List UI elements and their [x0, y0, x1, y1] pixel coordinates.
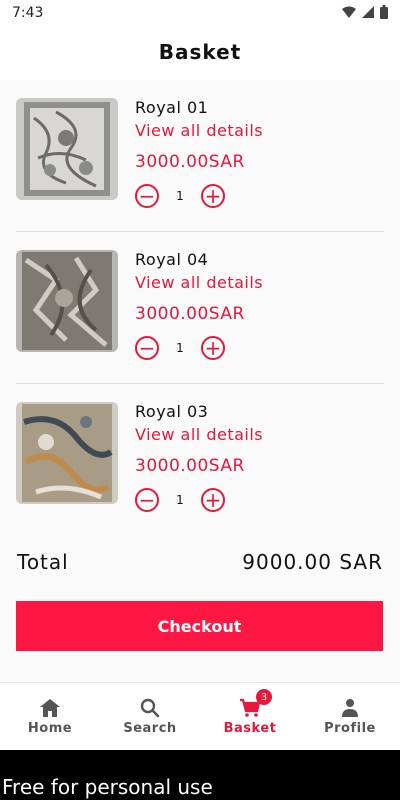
- nav-item-search[interactable]: Search: [100, 683, 200, 751]
- product-image[interactable]: [16, 250, 118, 352]
- product-image[interactable]: [16, 402, 118, 504]
- plus-icon: +: [204, 336, 222, 360]
- product-price: 3000.00SAR: [135, 456, 245, 476]
- increment-button[interactable]: +: [201, 336, 225, 360]
- plus-icon: +: [204, 488, 222, 512]
- decrement-button[interactable]: −: [135, 336, 159, 360]
- minus-icon: −: [138, 336, 156, 360]
- basket-item: Royal 04 View all details 3000.00SAR − 1…: [0, 232, 400, 384]
- nav-label: Profile: [324, 721, 376, 736]
- nav-item-home[interactable]: Home: [0, 683, 100, 751]
- plus-icon: +: [204, 184, 222, 208]
- quantity-stepper: − 1 +: [135, 486, 225, 514]
- wifi-icon: [342, 6, 356, 18]
- total-row: Total 9000.00 SAR: [0, 546, 400, 580]
- quantity-stepper: − 1 +: [135, 334, 225, 362]
- quantity-value: 1: [176, 493, 184, 507]
- status-icons: [342, 5, 388, 19]
- product-name: Royal 04: [135, 250, 209, 269]
- increment-button[interactable]: +: [201, 184, 225, 208]
- view-details-link[interactable]: View all details: [135, 425, 263, 444]
- total-label: Total: [17, 550, 69, 574]
- quantity-value: 1: [176, 189, 184, 203]
- checkout-button[interactable]: Checkout: [16, 601, 383, 651]
- home-icon: [40, 699, 60, 717]
- status-bar: 7:43: [0, 0, 400, 26]
- nav-label: Basket: [223, 721, 277, 736]
- person-icon: [342, 699, 358, 717]
- signal-icon: [362, 6, 374, 18]
- bottom-nav: Home Search 3 Basket Profile: [0, 682, 400, 751]
- watermark-text: Free for personal use: [2, 775, 213, 799]
- search-icon: [140, 698, 160, 718]
- product-image[interactable]: [16, 98, 118, 200]
- total-value: 9000.00 SAR: [242, 550, 383, 574]
- decrement-button[interactable]: −: [135, 184, 159, 208]
- cart-count-badge: 3: [256, 689, 272, 705]
- nav-item-basket[interactable]: 3 Basket: [200, 683, 300, 751]
- view-details-link[interactable]: View all details: [135, 273, 263, 292]
- product-name: Royal 03: [135, 402, 209, 421]
- product-name: Royal 01: [135, 98, 209, 117]
- product-price: 3000.00SAR: [135, 152, 245, 172]
- minus-icon: −: [138, 488, 156, 512]
- decrement-button[interactable]: −: [135, 488, 159, 512]
- page-title: Basket: [158, 40, 242, 64]
- app-bar: Basket: [0, 26, 400, 80]
- nav-item-profile[interactable]: Profile: [300, 683, 400, 751]
- product-price: 3000.00SAR: [135, 304, 245, 324]
- basket-item: Royal 03 View all details 3000.00SAR − 1…: [0, 384, 400, 536]
- status-time: 7:43: [12, 5, 44, 21]
- quantity-value: 1: [176, 341, 184, 355]
- view-details-link[interactable]: View all details: [135, 121, 263, 140]
- minus-icon: −: [138, 184, 156, 208]
- nav-label: Home: [27, 721, 73, 736]
- increment-button[interactable]: +: [201, 488, 225, 512]
- basket-item: Royal 01 View all details 3000.00SAR − 1…: [0, 80, 400, 232]
- quantity-stepper: − 1 +: [135, 182, 225, 210]
- battery-icon: [380, 5, 388, 19]
- nav-label: Search: [123, 721, 177, 736]
